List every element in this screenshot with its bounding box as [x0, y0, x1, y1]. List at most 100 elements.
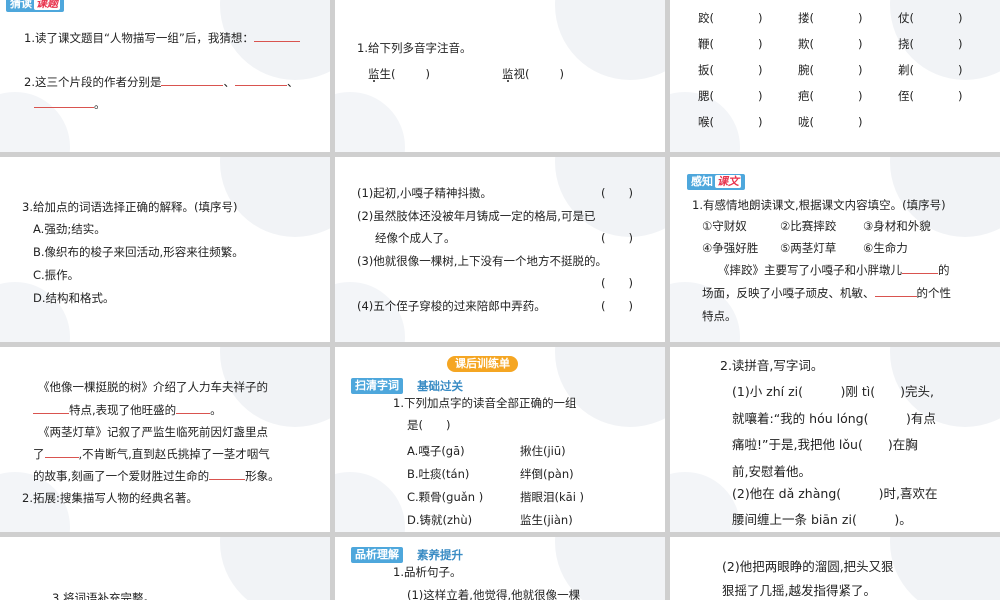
option-3: ③身材和外貌 [863, 219, 931, 233]
paragraph-line-3: 特点。 [702, 309, 737, 323]
option-b-1: B.吐痰(tán) [407, 467, 470, 481]
char-cell: 腕() [798, 63, 863, 77]
line-3: 《两茎灯草》记叙了严监生临死前因灯盏里点 [38, 425, 268, 439]
char-cell: 扳() [698, 63, 763, 77]
question-1-cont: 是( ) [407, 418, 451, 432]
answer-blank[interactable] [33, 402, 69, 414]
answer-blank[interactable] [234, 74, 287, 86]
slide-guess-title: 猜读 课题 1.读了课文题目“人物描写一组”后，我猜想： 2.这三个片段的作者分别… [0, 0, 330, 152]
line-5: 的故事,刻画了一个爱财胜过生命的 形象。 [33, 468, 280, 483]
char-cell: 欺() [798, 37, 863, 51]
question-1: 1.读了课文题目“人物描写一组”后，我猜想： [24, 30, 300, 46]
option-c: C.振作。 [33, 268, 80, 282]
line-6: 2.拓展:搜集描写人物的经典名著。 [22, 491, 198, 505]
line-1: (1)小 zhí zi( )刚 tì( )完头, [732, 384, 934, 399]
question-1: 1.下列加点字的读音全部正确的一组 [393, 396, 577, 410]
line-2: 特点,表现了他旺盛的。 [33, 402, 222, 418]
char-cell: 搂() [798, 11, 863, 25]
option-d: D.结构和格式。 [33, 291, 115, 305]
slide-analysis-cont: (2)他把两眼睁的溜圆,把头又狠 狠摇了几摇,越发指得紧了。 [670, 537, 1000, 600]
option-d-2: 监生(jiàn) [520, 513, 573, 527]
option-d-1: D.铸就(zhù) [407, 513, 473, 527]
char-cell: 跤() [698, 11, 763, 25]
option-c-1: C.颗骨(guǎn ) [407, 490, 484, 504]
answer-paren[interactable]: ( ) [601, 230, 633, 246]
char-cell: 咙() [798, 115, 863, 129]
sentence-1: (1)这样立着,他觉得,他就很像一棵 [407, 588, 581, 600]
question-1: 1.品析句子。 [393, 565, 462, 579]
option-2: ②比赛摔跤 [780, 219, 837, 233]
paragraph-line-1: 《摔跤》主要写了小嘎子和小胖墩儿的 [718, 262, 950, 277]
slide-polyphonic: 1.给下列多音字注音。 监生() 监视() [335, 0, 665, 152]
option-6: ⑥生命力 [863, 241, 908, 255]
char-cell: 疤() [798, 89, 863, 103]
option-1: ①守财奴 [702, 219, 747, 233]
sentence-2-cont: 狠摇了几摇,越发指得紧了。 [722, 583, 876, 598]
section-tag: 扫清字词 [351, 378, 403, 394]
slide-complete-words: 3.将词语补充完整。 [0, 537, 330, 600]
answer-blank[interactable] [209, 468, 246, 480]
line-5: (2)他在 dǎ zhàng( )时,喜欢在 [732, 486, 938, 501]
answer-blank[interactable] [44, 446, 79, 458]
char-cell: 鞭() [698, 37, 763, 51]
char-cell: 仗() [898, 11, 963, 25]
option-a-2: 揪住(jiū) [520, 444, 566, 458]
sentence-2: (2)他把两眼睁的溜圆,把头又狠 [722, 559, 894, 574]
section-tag: 感知 课文 [687, 174, 745, 190]
slide-analysis: 品析理解 素养提升 1.品析句子。 (1)这样立着,他觉得,他就很像一棵 [335, 537, 665, 600]
question-1: 1.有感情地朗读课文,根据课文内容填空。(填序号) [692, 198, 946, 212]
answer-blank[interactable] [34, 96, 94, 108]
answer-blank[interactable] [874, 285, 917, 297]
question-2: 2.这三个片段的作者分别是、、 [24, 74, 299, 89]
line-2: 就嚷着:“我的 hóu lóng( )有点 [732, 411, 936, 426]
char-cell: 腮() [698, 89, 763, 103]
slide-perceive-text: 感知 课文 1.有感情地朗读课文,根据课文内容填空。(填序号) ①守财奴 ②比赛摔… [670, 157, 1000, 342]
question-3: 3.将词语补充完整。 [52, 591, 155, 600]
answer-paren[interactable]: ( ) [601, 298, 633, 314]
answer-paren[interactable]: ( ) [601, 185, 633, 201]
option-b: B.像织布的梭子来回活动,形容来往频繁。 [33, 245, 244, 259]
line-4: 前,安慰着他。 [732, 464, 811, 479]
option-a: A.强劲;结实。 [33, 222, 106, 236]
slide-characters: 跤() 搂() 仗() 鞭() 欺() 挠() 扳() 腕() 剃() 腮() 疤() 侄() 喉() 咙… [670, 0, 1000, 152]
section-tag: 品析理解 [351, 547, 403, 563]
line-4: 了 ,不肯断气,直到赵氏挑掉了一茎才咽气 [33, 446, 270, 461]
sentence-4: (4)五个侄子穿梭的过来陪郎中弄药。 [357, 299, 546, 313]
question-2: 2.读拼音,写字词。 [720, 358, 824, 373]
char-cell: 喉() [698, 115, 763, 129]
option-c-2: 揩眼泪(kāi ) [520, 490, 585, 504]
paragraph-line-2: 场面，反映了小嘎子顽皮、机敏、 的个性 [702, 285, 951, 300]
slide-after-class: 课后训练单 扫清字词 基础过关 1.下列加点字的读音全部正确的一组 是( ) A… [335, 347, 665, 532]
question-3: 3.给加点的词语选择正确的解释。(填序号) [22, 200, 238, 214]
option-4: ④争强好胜 [702, 241, 759, 255]
option-b-2: 绊倒(pàn) [520, 467, 574, 481]
option-a-1: A.嘎子(gā) [407, 444, 465, 458]
section-subtitle: 素养提升 [417, 548, 463, 562]
char-cell: 剃() [898, 63, 963, 77]
sentence-2-cont: 经像个成人了。 [375, 231, 456, 245]
question-1: 1.给下列多音字注音。 [357, 41, 472, 55]
answer-blank[interactable] [176, 402, 211, 414]
answer-blank[interactable] [902, 262, 938, 274]
option-5: ⑤两茎灯草 [780, 241, 837, 255]
section-tag: 猜读 课题 [6, 0, 64, 12]
line-6: 腰间缠上一条 biān zi( )。 [732, 512, 912, 527]
answer-blank[interactable] [253, 30, 300, 42]
sentence-3: (3)他就很像一棵树,上下没有一个地方不挺脱的。 [357, 254, 607, 268]
word-jiansheng: 监生() [368, 67, 430, 81]
slide-pinyin: 2.读拼音,写字词。 (1)小 zhí zi( )刚 tì( )完头, 就嚷着:… [670, 347, 1000, 532]
slide-fill-blanks: 《他像一棵挺脱的树》介绍了人力车夫祥子的 特点,表现了他旺盛的。 《两茎灯草》记… [0, 347, 330, 532]
word-jianshi: 监视() [502, 67, 564, 81]
slide-sentences: (1)起初,小嘎子精神抖擞。 ( ) (2)虽然肢体还没被年月铸成一定的格局,可… [335, 157, 665, 342]
sentence-1: (1)起初,小嘎子精神抖擞。 [357, 186, 492, 200]
char-cell: 侄() [898, 89, 963, 103]
sentence-2: (2)虽然肢体还没被年月铸成一定的格局,可是已 [357, 209, 596, 223]
after-class-pill: 课后训练单 [447, 356, 518, 372]
section-subtitle: 基础过关 [417, 379, 463, 393]
char-cell: 挠() [898, 37, 963, 51]
answer-paren[interactable]: ( ) [601, 275, 633, 291]
question-2-cont: 。 [34, 96, 106, 112]
slide-word-meaning: 3.给加点的词语选择正确的解释。(填序号) A.强劲;结实。 B.像织布的梭子来… [0, 157, 330, 342]
answer-blank[interactable] [161, 74, 224, 86]
line-3: 痛啦!”于是,我把他 lǒu( )在胸 [732, 437, 918, 452]
